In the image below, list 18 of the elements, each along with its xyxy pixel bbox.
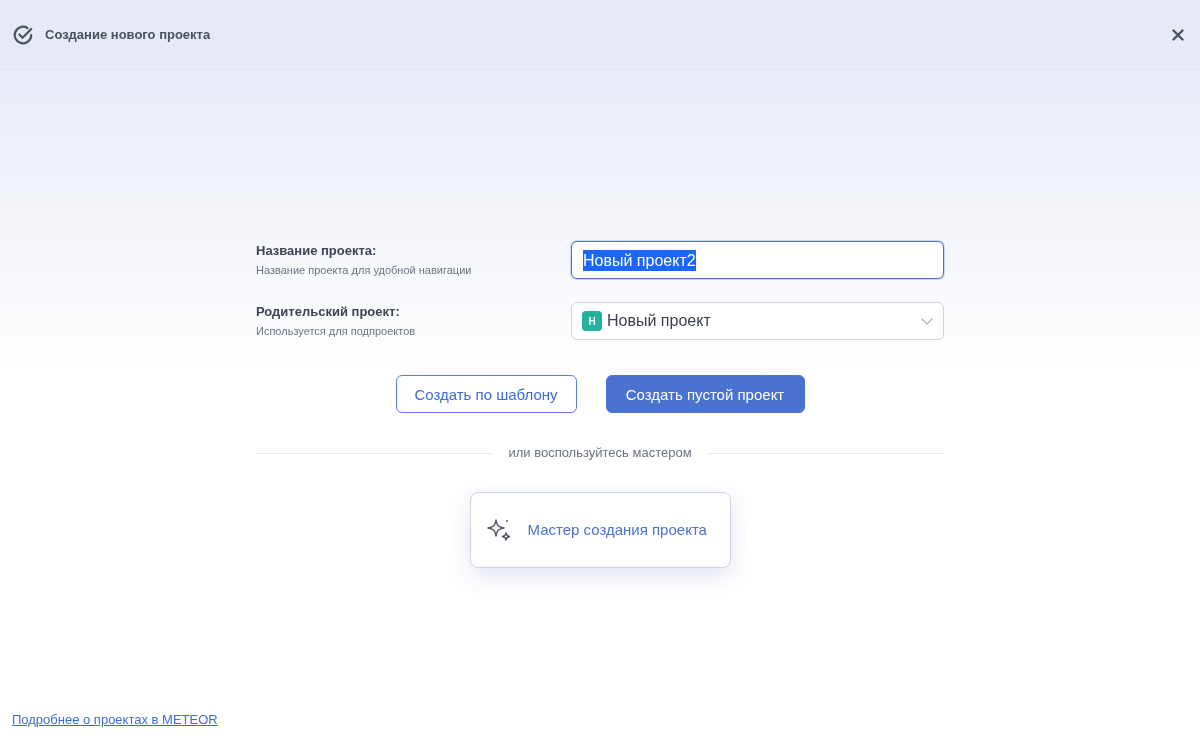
select-value: Новый проект xyxy=(607,311,711,331)
project-badge-icon: Н xyxy=(582,311,602,331)
close-button[interactable] xyxy=(1170,26,1186,43)
field-label: Родительский проект: xyxy=(256,303,401,320)
check-circle-icon xyxy=(12,23,34,46)
create-empty-project-button[interactable]: Создать пустой проект xyxy=(605,375,805,413)
field-hint: Используется для подпроектов xyxy=(256,323,416,339)
divider-text: или воспользуйтесь мастером xyxy=(508,445,692,461)
chevron-down-icon xyxy=(921,317,933,325)
project-wizard-button[interactable]: Мастер создания проекта xyxy=(469,492,731,568)
window-title: Создание нового проекта xyxy=(45,25,211,44)
field-hint: Название проекта для удобной навигации xyxy=(256,262,472,278)
parent-project-select[interactable]: Н Новый проект xyxy=(571,302,944,340)
create-from-template-button[interactable]: Создать по шаблону xyxy=(395,375,577,413)
sparkle-icon xyxy=(485,516,513,544)
project-name-field[interactable]: Новый проект2 xyxy=(571,241,944,279)
more-info-link[interactable]: Подробнее о проектах в METEOR xyxy=(12,712,218,727)
field-label: Название проекта: xyxy=(256,242,378,259)
